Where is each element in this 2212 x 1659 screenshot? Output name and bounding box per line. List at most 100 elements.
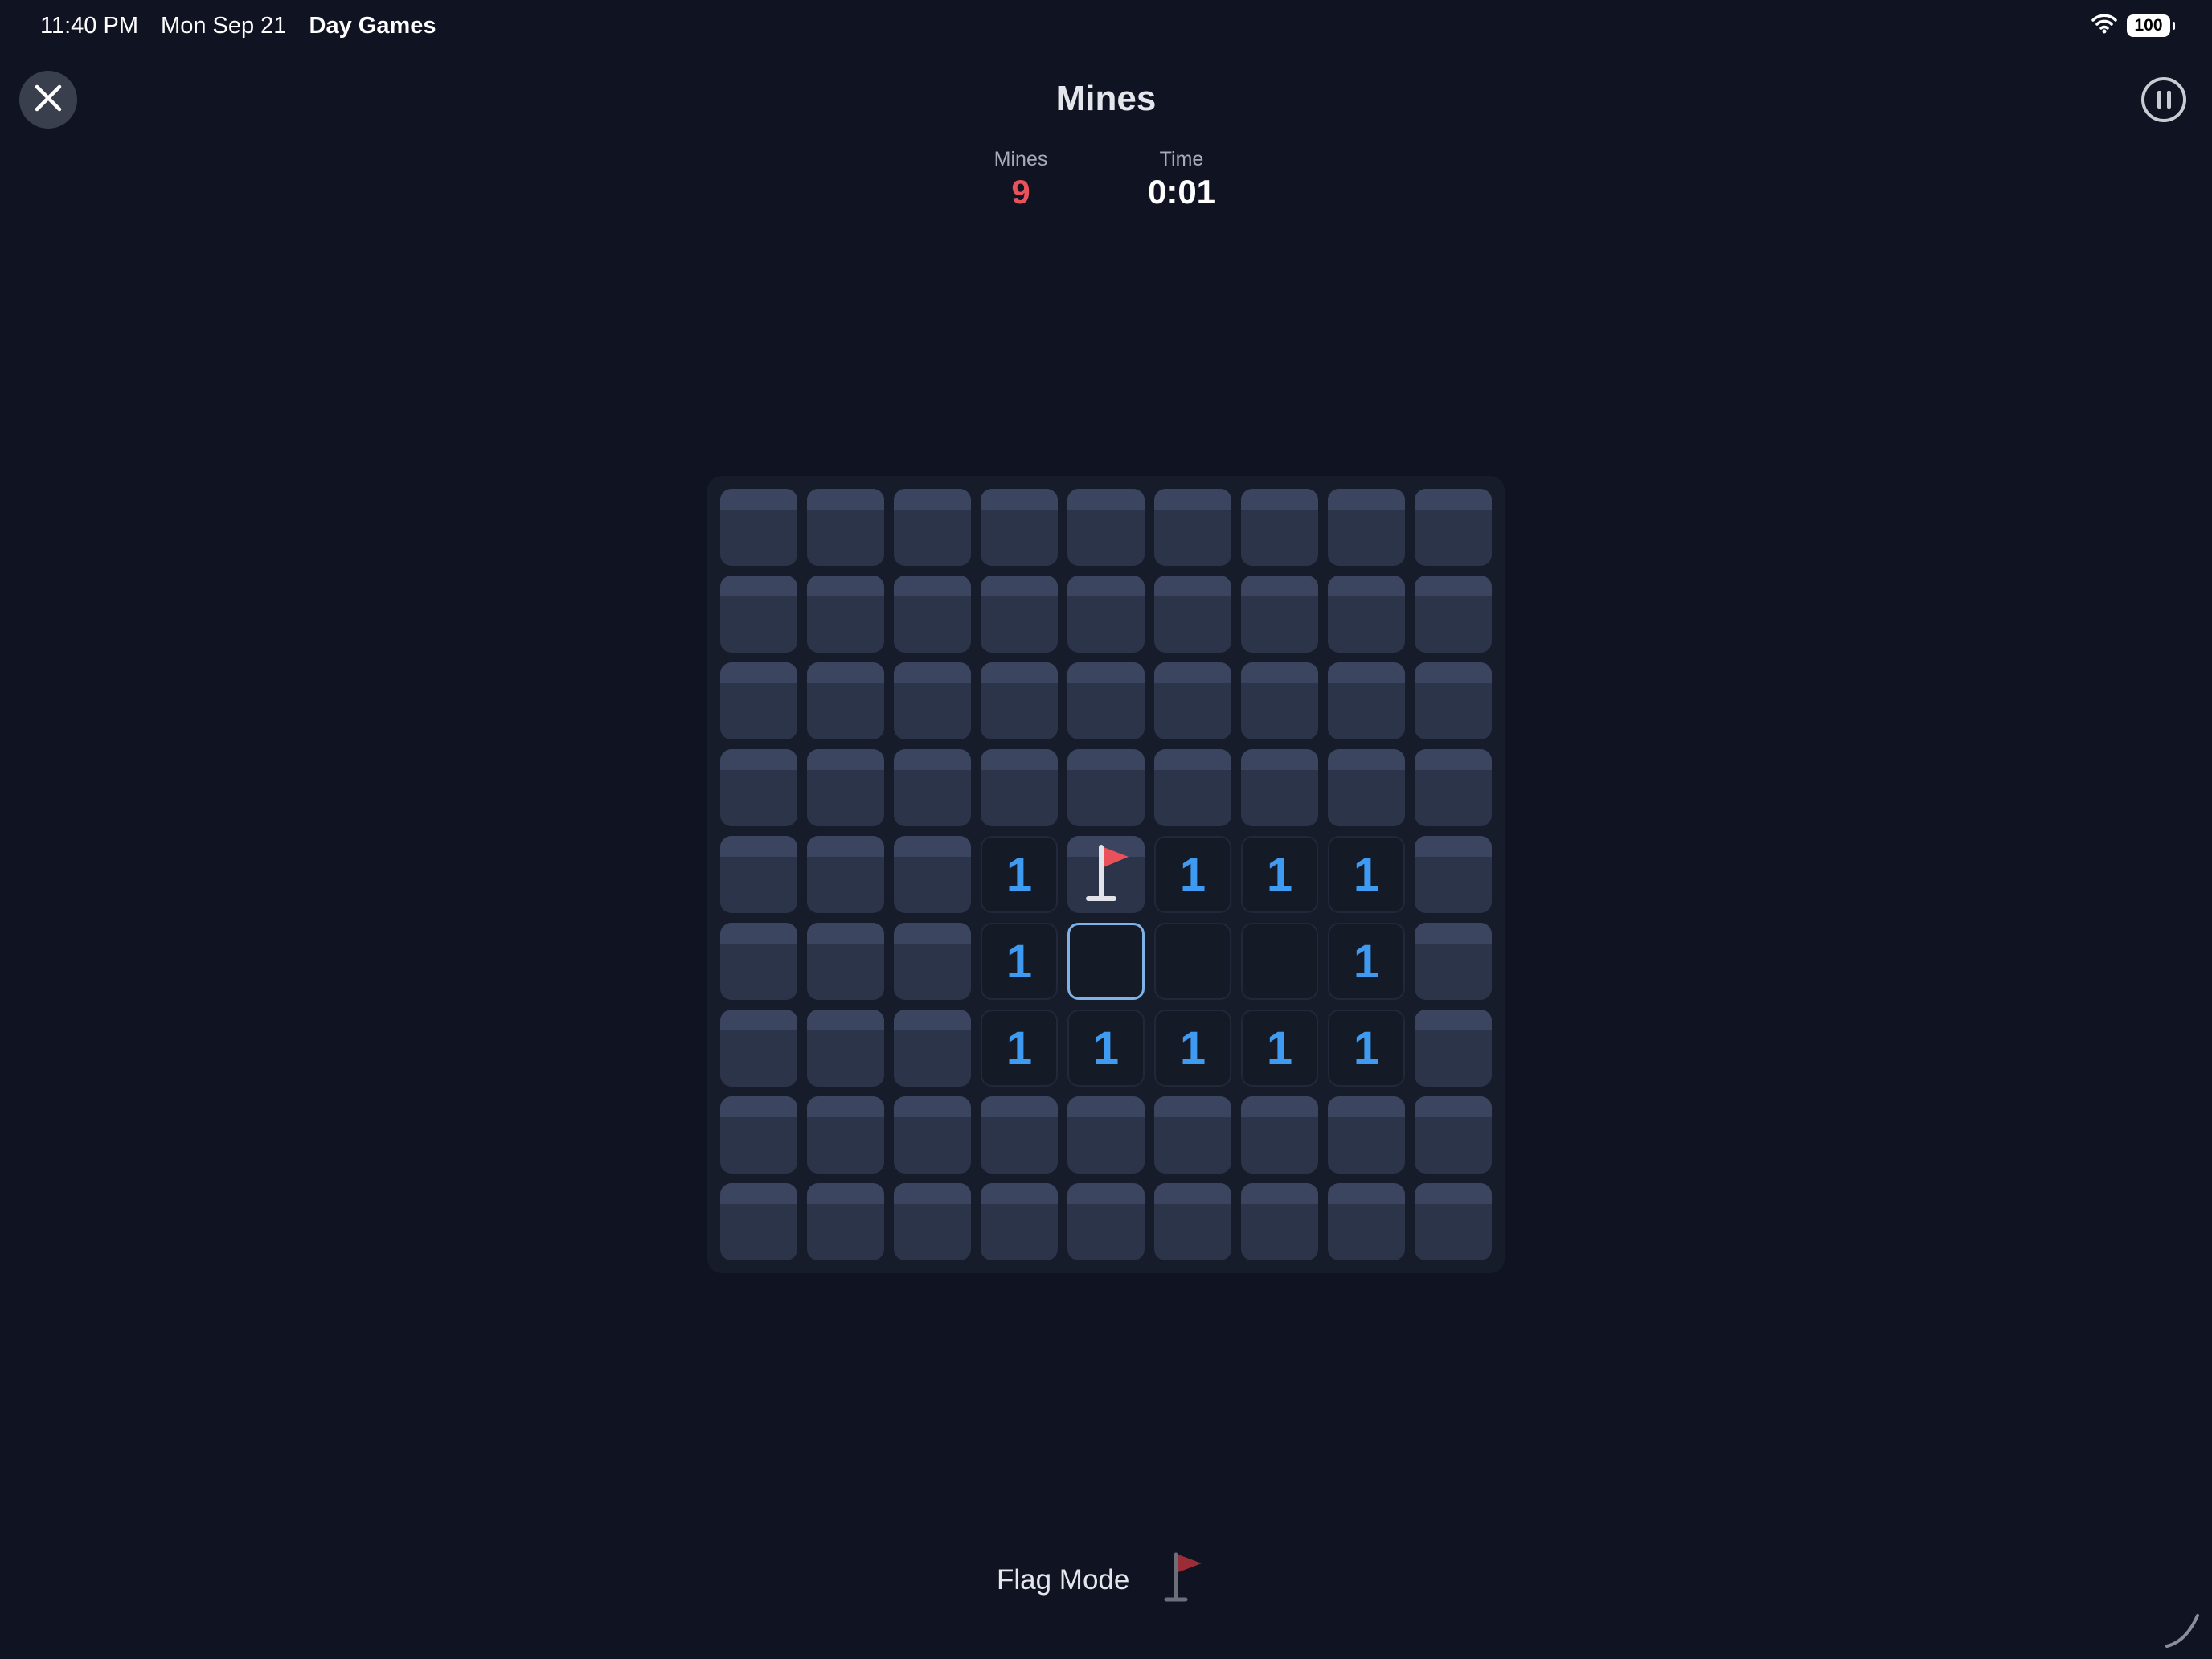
flag-mode-toggle[interactable]: Flag Mode bbox=[997, 1550, 1210, 1610]
status-bar: 11:40 PM Mon Sep 21 Day Games 100 bbox=[0, 0, 2212, 51]
cell-covered[interactable] bbox=[894, 662, 971, 739]
cell-covered[interactable] bbox=[1241, 489, 1318, 566]
battery-indicator: 100 bbox=[2127, 14, 2175, 37]
status-date: Mon Sep 21 bbox=[161, 13, 287, 39]
cell-revealed-number[interactable]: 1 bbox=[1067, 1010, 1145, 1087]
cell-covered[interactable] bbox=[1415, 1096, 1492, 1174]
cell-number: 1 bbox=[1006, 1022, 1033, 1075]
cell-covered[interactable] bbox=[807, 489, 884, 566]
cell-covered[interactable] bbox=[807, 1010, 884, 1087]
cell-covered[interactable] bbox=[1067, 489, 1145, 566]
cell-revealed-number[interactable]: 1 bbox=[1154, 1010, 1231, 1087]
cell-revealed-number[interactable]: 1 bbox=[1328, 1010, 1405, 1087]
cell-covered[interactable] bbox=[894, 749, 971, 826]
game-screen: 11:40 PM Mon Sep 21 Day Games 100 Mines … bbox=[0, 0, 2212, 1659]
cell-revealed-empty[interactable] bbox=[1241, 923, 1318, 1000]
cell-covered[interactable] bbox=[894, 1010, 971, 1087]
cell-covered[interactable] bbox=[1328, 662, 1405, 739]
corner-mark bbox=[2164, 1611, 2202, 1653]
mines-count: 9 bbox=[1011, 173, 1030, 211]
cell-covered[interactable] bbox=[1241, 662, 1318, 739]
cell-covered[interactable] bbox=[981, 749, 1058, 826]
cell-covered[interactable] bbox=[1328, 749, 1405, 826]
cell-covered[interactable] bbox=[894, 576, 971, 653]
cell-covered[interactable] bbox=[1241, 576, 1318, 653]
cell-number: 1 bbox=[1353, 1022, 1380, 1075]
cell-number: 1 bbox=[1092, 1022, 1120, 1075]
cell-covered[interactable] bbox=[894, 836, 971, 913]
cell-covered[interactable] bbox=[720, 836, 797, 913]
cell-covered[interactable] bbox=[1067, 1183, 1145, 1260]
cell-number: 1 bbox=[1266, 1022, 1293, 1075]
cell-covered[interactable] bbox=[1154, 489, 1231, 566]
pause-icon bbox=[2157, 91, 2161, 109]
cell-covered[interactable] bbox=[981, 1183, 1058, 1260]
cell-revealed-number[interactable]: 1 bbox=[1154, 836, 1231, 913]
cell-covered[interactable] bbox=[1415, 836, 1492, 913]
cell-covered[interactable] bbox=[1154, 576, 1231, 653]
cell-covered[interactable] bbox=[807, 1183, 884, 1260]
cell-covered[interactable] bbox=[720, 1096, 797, 1174]
cell-covered[interactable] bbox=[1415, 923, 1492, 1000]
cell-covered[interactable] bbox=[1328, 1096, 1405, 1174]
cell-covered[interactable] bbox=[720, 1010, 797, 1087]
cell-covered[interactable] bbox=[1067, 1096, 1145, 1174]
cell-covered[interactable] bbox=[1067, 662, 1145, 739]
cell-revealed-number[interactable]: 1 bbox=[1328, 923, 1405, 1000]
cell-covered[interactable] bbox=[807, 923, 884, 1000]
cell-covered[interactable] bbox=[720, 489, 797, 566]
cell-covered[interactable] bbox=[1415, 1183, 1492, 1260]
cell-covered[interactable] bbox=[720, 662, 797, 739]
cell-covered[interactable] bbox=[720, 1183, 797, 1260]
cell-covered[interactable] bbox=[1328, 489, 1405, 566]
cell-revealed-number[interactable]: 1 bbox=[1241, 1010, 1318, 1087]
status-right: 100 bbox=[2091, 13, 2175, 38]
cell-revealed-number[interactable]: 1 bbox=[981, 836, 1058, 913]
cell-number: 1 bbox=[1266, 848, 1293, 901]
cell-number: 1 bbox=[1353, 848, 1380, 901]
cell-covered[interactable] bbox=[1241, 749, 1318, 826]
cell-covered[interactable] bbox=[1415, 1010, 1492, 1087]
cell-covered[interactable] bbox=[1415, 662, 1492, 739]
cell-covered[interactable] bbox=[894, 923, 971, 1000]
cell-covered[interactable] bbox=[1415, 576, 1492, 653]
mines-board: 1 1 1 1 1 1 1 1 1 1 1 bbox=[707, 476, 1505, 1273]
cell-flagged[interactable] bbox=[1067, 836, 1145, 913]
cell-revealed-number[interactable]: 1 bbox=[1328, 836, 1405, 913]
pause-button[interactable] bbox=[2141, 77, 2186, 122]
cell-covered[interactable] bbox=[1154, 662, 1231, 739]
cell-covered[interactable] bbox=[720, 749, 797, 826]
cell-covered[interactable] bbox=[807, 1096, 884, 1174]
cell-covered[interactable] bbox=[807, 576, 884, 653]
cell-covered[interactable] bbox=[1067, 749, 1145, 826]
cell-covered[interactable] bbox=[1415, 489, 1492, 566]
cell-covered[interactable] bbox=[807, 749, 884, 826]
cell-revealed-number[interactable]: 1 bbox=[981, 1010, 1058, 1087]
cell-covered[interactable] bbox=[894, 1096, 971, 1174]
cell-revealed-number[interactable]: 1 bbox=[1241, 836, 1318, 913]
flag-icon bbox=[1080, 841, 1132, 909]
cell-covered[interactable] bbox=[807, 836, 884, 913]
cell-covered[interactable] bbox=[1241, 1183, 1318, 1260]
cell-covered[interactable] bbox=[1328, 1183, 1405, 1260]
cell-covered[interactable] bbox=[981, 662, 1058, 739]
cell-covered[interactable] bbox=[1154, 1096, 1231, 1174]
cell-covered[interactable] bbox=[981, 489, 1058, 566]
cell-revealed-number[interactable]: 1 bbox=[981, 923, 1058, 1000]
cell-covered[interactable] bbox=[1328, 576, 1405, 653]
cell-covered[interactable] bbox=[720, 923, 797, 1000]
cell-covered[interactable] bbox=[894, 489, 971, 566]
cell-covered[interactable] bbox=[981, 1096, 1058, 1174]
cell-revealed-empty[interactable] bbox=[1154, 923, 1231, 1000]
cell-covered[interactable] bbox=[1154, 749, 1231, 826]
cell-covered[interactable] bbox=[1154, 1183, 1231, 1260]
cell-covered[interactable] bbox=[894, 1183, 971, 1260]
cell-covered[interactable] bbox=[1241, 1096, 1318, 1174]
cell-covered[interactable] bbox=[720, 576, 797, 653]
cell-covered[interactable] bbox=[807, 662, 884, 739]
time-label: Time bbox=[1159, 148, 1204, 170]
cell-covered[interactable] bbox=[981, 576, 1058, 653]
cell-covered[interactable] bbox=[1067, 576, 1145, 653]
cell-covered[interactable] bbox=[1415, 749, 1492, 826]
cell-selected[interactable] bbox=[1067, 923, 1145, 1000]
